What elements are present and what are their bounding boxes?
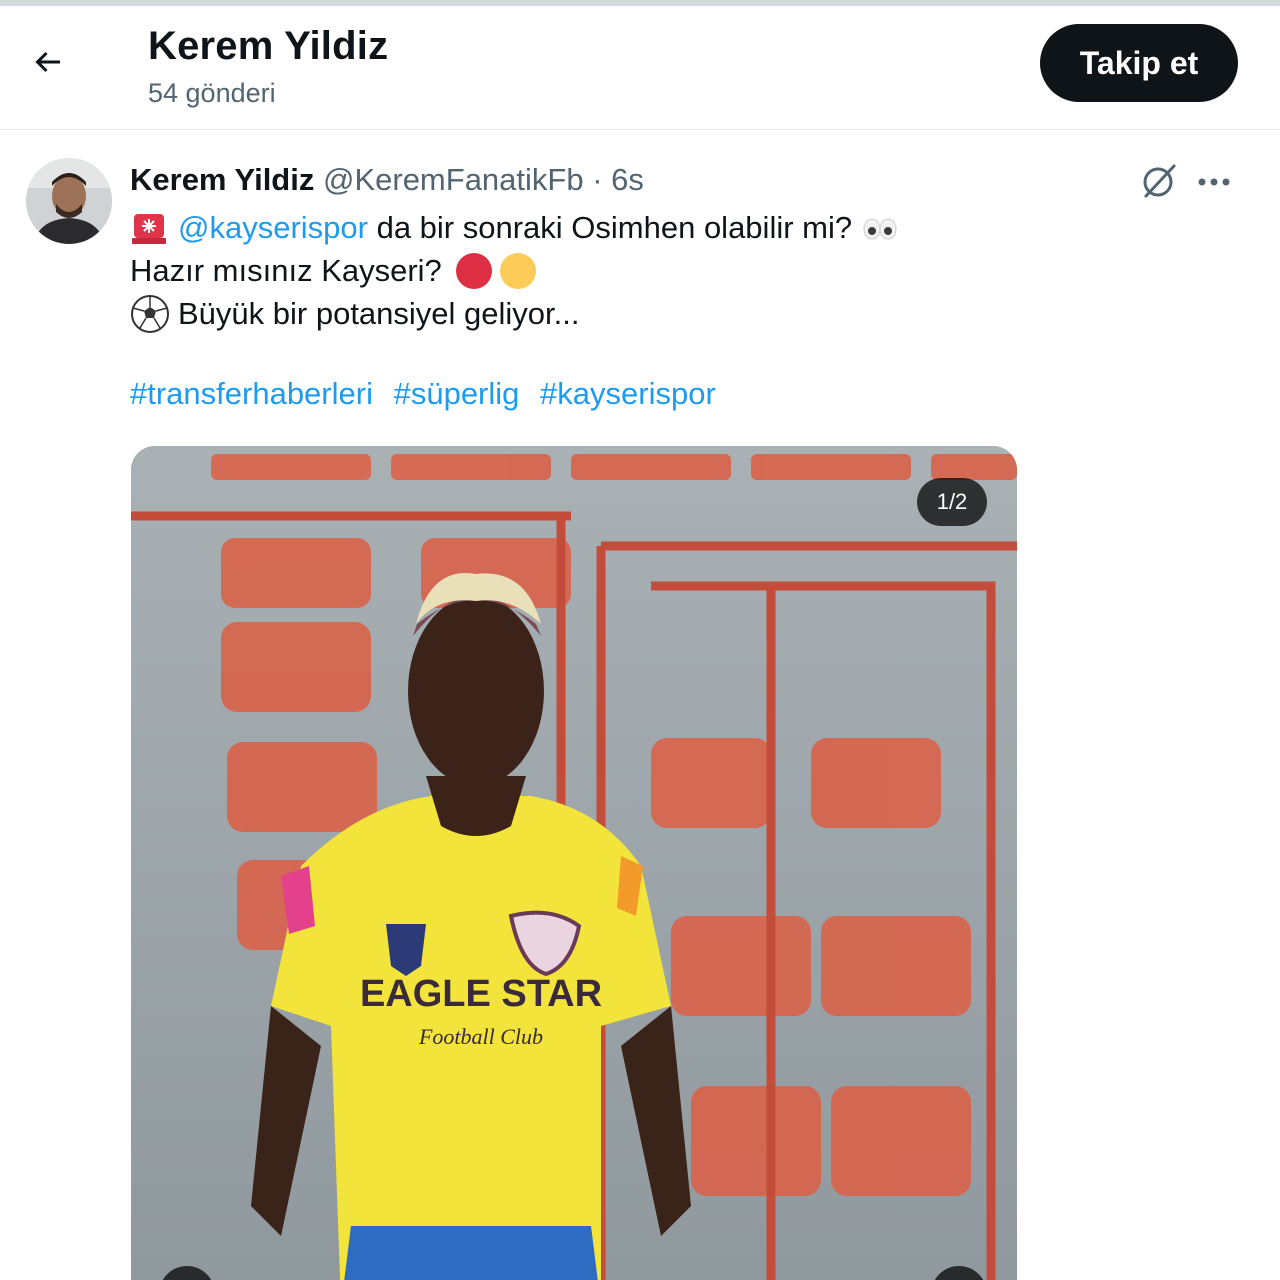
more-icon[interactable]: [1192, 160, 1236, 204]
tweet-text: @kayserispor da bir sonraki Osimhen olab…: [130, 206, 1230, 335]
back-button[interactable]: [22, 36, 74, 88]
tweet-line-1: @kayserispor da bir sonraki Osimhen olab…: [130, 206, 1230, 249]
meta-separator: ·: [592, 162, 603, 197]
arrow-left-icon: [35, 51, 60, 73]
mention-link[interactable]: @kayserispor: [178, 206, 368, 249]
tweet-line-3: Büyük bir potansiyel geliyor...: [130, 292, 1230, 335]
post-count: 54 gönderi: [148, 78, 276, 108]
tweet-line-2-text: Hazır mısınız Kayseri?: [130, 253, 442, 288]
author-name[interactable]: Kerem Yildiz: [130, 162, 314, 197]
tweet: Kerem Yildiz @KeremFanatikFb · 6s @kayse…: [0, 130, 1280, 1280]
media-counter: 1/2: [917, 478, 987, 526]
soccer-ball-emoji: [131, 294, 169, 333]
tweet-line-3-text: Büyük bir potansiyel geliyor...: [178, 296, 580, 331]
follow-button[interactable]: Takip et: [1040, 24, 1238, 102]
avatar[interactable]: [26, 158, 112, 244]
hashtag-superlig[interactable]: #süperlig: [394, 376, 520, 411]
hashtag-kayserispor[interactable]: #kayserispor: [540, 376, 716, 411]
hashtag-transferhaberleri[interactable]: #transferhaberleri: [130, 376, 373, 411]
media-photo[interactable]: EAGLE STAR Football Club 1/2: [131, 446, 1017, 1280]
yellow-circle-emoji: [499, 252, 536, 289]
profile-header: Kerem Yildiz 54 gönderi Takip et: [0, 6, 1280, 130]
profile-name: Kerem Yildiz: [148, 24, 389, 68]
player-photo: EAGLE STAR Football Club: [131, 446, 1017, 1280]
grok-icon[interactable]: [1138, 160, 1180, 202]
siren-emoji: [132, 213, 166, 244]
tweet-meta: Kerem Yildiz @KeremFanatikFb · 6s: [130, 162, 644, 198]
tweet-line-1-text: da bir sonraki Osimhen olabilir mi?: [367, 210, 853, 245]
red-circle-emoji: [455, 252, 492, 289]
post-time[interactable]: 6s: [611, 162, 644, 197]
jersey-text: EAGLE STAR: [360, 973, 602, 1015]
eyes-emoji: [863, 218, 897, 239]
tweet-line-2: Hazır mısınız Kayseri?: [130, 249, 1230, 292]
jersey-subtext: Football Club: [418, 1024, 543, 1049]
avatar-image: [26, 158, 112, 244]
hashtag-list: #transferhaberleri #süperlig #kayserispo…: [130, 376, 728, 412]
author-handle[interactable]: @KeremFanatikFb: [323, 162, 584, 197]
